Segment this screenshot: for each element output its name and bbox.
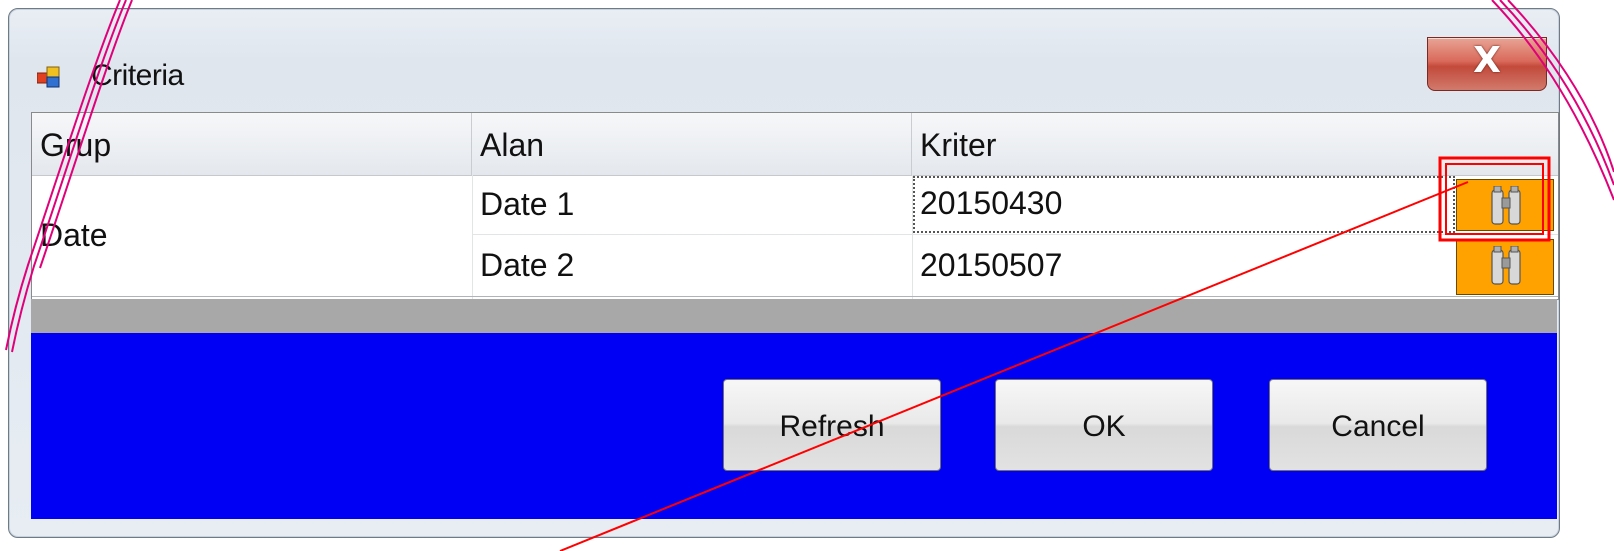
app-window-icon (37, 66, 60, 88)
column-header-grup[interactable]: Grup (32, 113, 472, 175)
criteria-dialog: Criteria X Grup Alan Kriter Date Date 1 … (8, 8, 1560, 538)
criteria-grid[interactable]: Grup Alan Kriter Date Date 1 20150430 Da… (31, 112, 1559, 300)
window-title: Criteria (91, 59, 184, 92)
group-cell[interactable]: Date (32, 175, 472, 296)
binoculars-icon (1491, 246, 1521, 285)
title-bar[interactable]: Criteria X (9, 9, 1559, 109)
column-header-alan[interactable]: Alan (472, 113, 912, 175)
close-button[interactable]: X (1427, 37, 1547, 91)
button-panel: Refresh OK Cancel (31, 333, 1557, 519)
ok-button[interactable]: OK (995, 379, 1213, 471)
row-divider (32, 296, 1558, 297)
close-icon: X (1473, 40, 1501, 81)
grid-header: Grup Alan Kriter (32, 113, 1558, 176)
table-row-alan-cell[interactable]: Date 1 (472, 175, 912, 234)
table-row-kriter-cell[interactable]: 20150430 (912, 175, 1456, 234)
table-row-alan-cell[interactable]: Date 2 (472, 235, 912, 296)
cancel-button[interactable]: Cancel (1269, 379, 1487, 471)
grid-empty-area (31, 299, 1557, 333)
column-header-kriter[interactable]: Kriter (912, 113, 1558, 175)
refresh-button[interactable]: Refresh (723, 379, 941, 471)
row1-lookup-button[interactable] (1456, 179, 1554, 231)
binoculars-icon (1491, 186, 1521, 225)
table-row-kriter-cell[interactable]: 20150507 (912, 235, 1456, 296)
row2-lookup-button[interactable] (1456, 239, 1554, 295)
